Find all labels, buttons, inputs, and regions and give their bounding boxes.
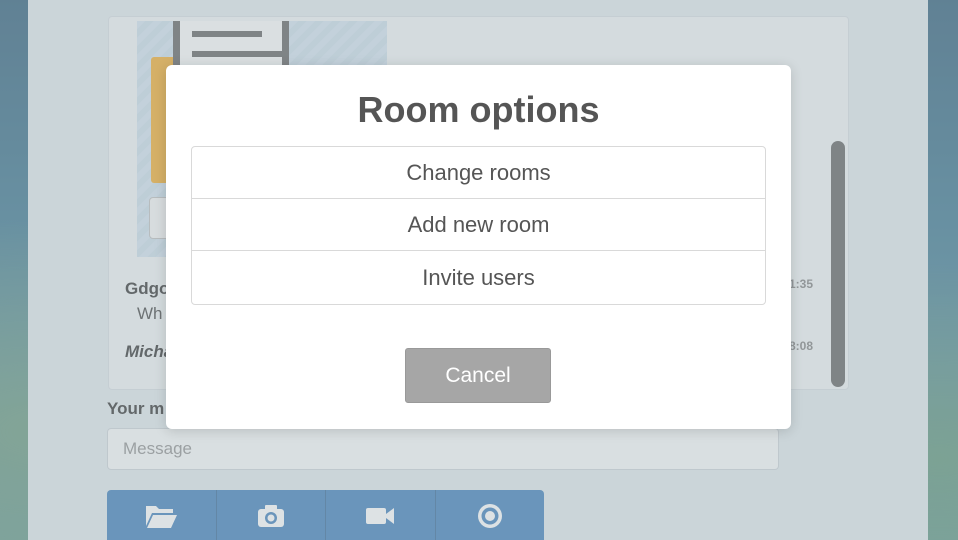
room-options-dialog: Room options Change rooms Add new room I… xyxy=(166,65,791,429)
dialog-title: Room options xyxy=(357,89,600,130)
room-options-list: Change rooms Add new room Invite users xyxy=(191,146,766,305)
cancel-button[interactable]: Cancel xyxy=(405,348,551,403)
invite-users-option[interactable]: Invite users xyxy=(192,251,765,304)
add-new-room-option[interactable]: Add new room xyxy=(192,199,765,251)
change-rooms-option[interactable]: Change rooms xyxy=(192,147,765,199)
